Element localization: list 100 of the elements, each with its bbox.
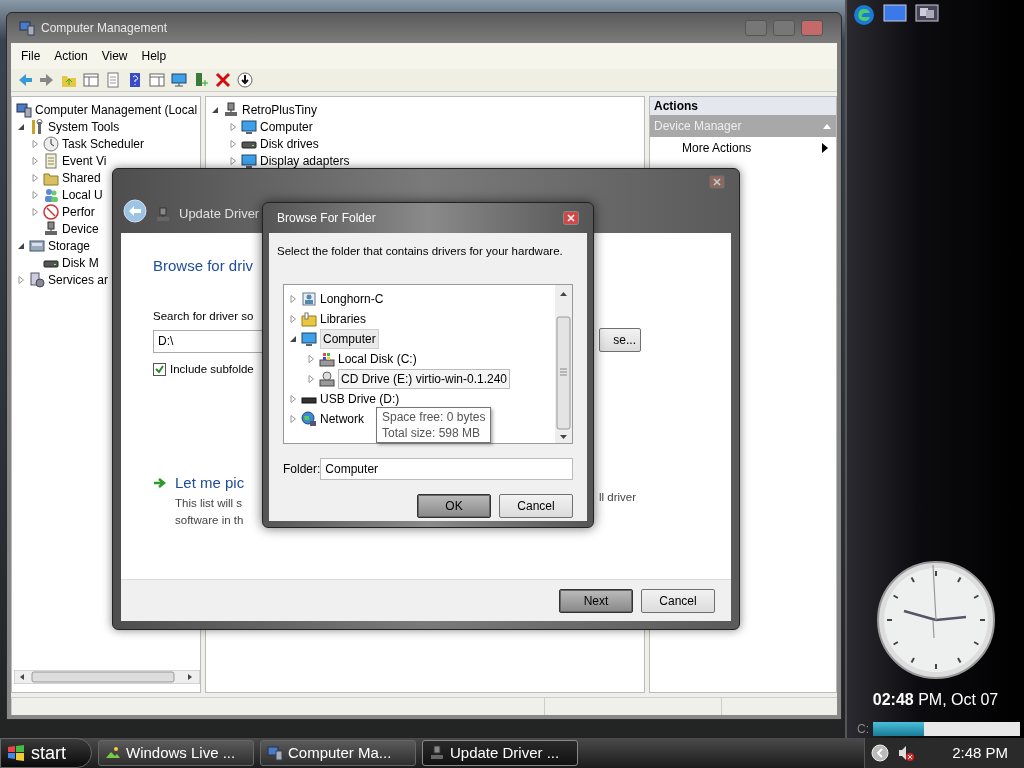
action-pane-icon[interactable] [149, 72, 165, 88]
expand-arrow-icon[interactable] [30, 206, 40, 217]
expand-arrow-icon[interactable] [288, 294, 298, 305]
browse-button[interactable]: se... [599, 328, 641, 352]
tree-item[interactable]: Disk M [62, 253, 99, 272]
add-hardware-icon[interactable] [193, 72, 209, 88]
cancel-button[interactable]: Cancel [641, 588, 715, 613]
tree-item[interactable]: CD Drive (E:) virtio-win-0.1.240 [338, 369, 511, 390]
checkbox[interactable] [153, 362, 166, 376]
clock-time[interactable]: 2:48 PM [952, 741, 1008, 765]
submenu-arrow-icon [822, 143, 828, 153]
expand-arrow-icon[interactable] [228, 138, 238, 149]
menu-item[interactable]: File [15, 46, 47, 66]
maximize-button[interactable] [773, 20, 795, 36]
start-button[interactable]: start [0, 738, 92, 768]
ok-button[interactable]: OK [417, 494, 491, 519]
tree-item[interactable]: RetroPlusTiny [242, 100, 317, 119]
console-tree-icon[interactable] [83, 72, 99, 88]
collapse-arrow-icon[interactable] [288, 334, 298, 345]
desktop-icon[interactable] [883, 4, 907, 22]
expand-arrow-icon[interactable] [306, 354, 316, 365]
expand-arrow-icon[interactable] [288, 414, 298, 425]
tree-item[interactable]: Disk drives [260, 134, 319, 153]
expand-arrow-icon[interactable] [288, 314, 298, 325]
window-switcher-icon[interactable] [915, 4, 939, 22]
expand-arrow-icon[interactable] [228, 155, 238, 166]
services-icon [29, 271, 45, 288]
taskbar-button[interactable]: Computer Ma... [260, 740, 416, 766]
expand-arrow-icon[interactable] [228, 121, 238, 132]
tree-item[interactable]: Perfor [62, 202, 95, 221]
tree-item[interactable]: Display adapters [260, 151, 350, 170]
computer-icon [267, 745, 283, 761]
menu-item[interactable]: Help [135, 46, 173, 66]
action-link[interactable]: More Actions [682, 139, 752, 157]
expand-arrow-icon[interactable] [30, 138, 40, 149]
option-link[interactable]: Let me pic [175, 472, 245, 495]
tooltip-text: Total size: 598 MB [382, 425, 482, 442]
monitor-icon [241, 152, 257, 169]
expand-arrow-icon[interactable] [30, 189, 40, 200]
expand-arrow-icon[interactable] [30, 172, 40, 183]
tree-item[interactable]: System Tools [48, 117, 120, 136]
tree-item[interactable]: Local Disk (C:) [338, 350, 417, 369]
horizontal-scrollbar[interactable] [14, 670, 200, 684]
taskbar-button[interactable]: Windows Live ... [98, 740, 254, 766]
taskbar-button[interactable]: Update Driver ... [422, 740, 578, 766]
monitor-icon[interactable] [171, 72, 187, 88]
minimize-button[interactable] [745, 20, 767, 36]
drive-label: C: [857, 721, 869, 738]
folder-field[interactable]: Computer [320, 458, 573, 481]
help-icon[interactable] [127, 72, 143, 88]
show-hidden-icons-button[interactable] [871, 744, 889, 762]
close-button[interactable] [709, 175, 725, 189]
back-arrow-icon[interactable] [17, 72, 33, 88]
cd-drive-icon [319, 371, 335, 388]
collapse-icon[interactable] [822, 122, 832, 130]
date-time-caption: 02:48 PM, Oct 07 [871, 690, 1000, 710]
path-field[interactable]: D:\ [153, 329, 263, 353]
tree-item[interactable]: Network [320, 410, 364, 429]
next-button[interactable]: Next [559, 588, 633, 613]
expand-arrow-icon[interactable] [288, 394, 298, 405]
dialog-title: Browse For Folder [277, 210, 377, 227]
vertical-scrollbar[interactable] [555, 285, 572, 444]
menu-item[interactable]: Action [48, 46, 94, 66]
menu-item[interactable]: View [95, 46, 134, 66]
tree-item[interactable]: Computer [260, 117, 313, 136]
checkbox-label: Include subfolde [170, 361, 254, 377]
download-icon[interactable] [237, 72, 253, 88]
tree-item[interactable]: Device [62, 219, 99, 238]
expand-arrow-icon[interactable] [30, 155, 40, 166]
tree-item[interactable]: Event Vi [62, 151, 107, 170]
user-folder-icon [301, 291, 317, 308]
tree-item[interactable]: Task Scheduler [62, 134, 145, 153]
tree-item[interactable]: Computer Management (Local [35, 100, 198, 119]
forward-arrow-icon[interactable] [39, 72, 55, 88]
speaker-muted-icon[interactable] [897, 744, 915, 762]
tree-item[interactable]: Local U [62, 185, 103, 204]
monitor-icon [241, 118, 257, 135]
tree-item[interactable]: USB Drive (D:) [320, 390, 400, 409]
device-icon [429, 745, 445, 761]
list-view-icon[interactable] [105, 72, 121, 88]
close-button[interactable] [801, 20, 823, 36]
delete-icon[interactable] [215, 72, 231, 88]
tree-item[interactable]: Longhorn-C [320, 290, 384, 309]
photo-album-icon [105, 745, 121, 761]
expand-arrow-icon[interactable] [16, 274, 26, 285]
tree-item[interactable]: Libraries [320, 310, 367, 329]
cancel-button[interactable]: Cancel [499, 494, 573, 519]
expand-arrow-icon[interactable] [306, 374, 316, 385]
folder-tree[interactable]: Longhorn-C Libraries Computer Local Disk (C:) CD Drive (E:) virtio-win-0.1.240 USB Drive (D:) Network Space free: 0 bytes Total size: 598 MB [283, 284, 573, 445]
field-label: Search for driver so [153, 308, 254, 324]
document-icon [43, 152, 59, 169]
globe-icon [301, 411, 317, 428]
tree-item[interactable]: Services ar [48, 270, 109, 289]
tree-item[interactable]: Storage [48, 236, 91, 255]
close-button[interactable] [563, 211, 579, 225]
pane-heading: Actions [650, 97, 836, 115]
back-button[interactable] [123, 199, 147, 223]
tree-item[interactable]: Computer [320, 329, 379, 350]
tree-item[interactable]: Shared [62, 168, 101, 187]
browser-icon[interactable] [853, 4, 875, 26]
